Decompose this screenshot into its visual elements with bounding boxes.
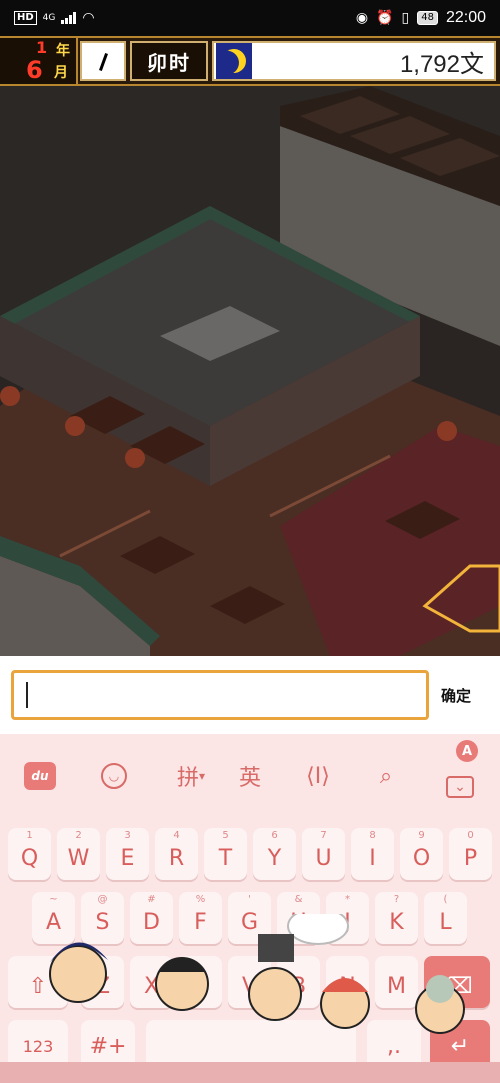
key-c[interactable]: C bbox=[179, 956, 222, 1008]
search-button[interactable]: ⌕ bbox=[366, 756, 406, 796]
restaurant-scene bbox=[0, 86, 500, 656]
key-d[interactable]: # D bbox=[130, 892, 173, 944]
du-logo-button[interactable]: du bbox=[20, 756, 60, 796]
key-g[interactable]: ' G bbox=[228, 892, 271, 944]
money-panel: 1,792文 bbox=[212, 41, 496, 81]
key-b[interactable]: B bbox=[277, 956, 320, 1008]
date-panel: 1 年 6 月 bbox=[0, 38, 78, 84]
key-l[interactable]: (L bbox=[424, 892, 467, 944]
backspace-key[interactable]: ⌫ bbox=[424, 956, 490, 1008]
battery-indicator: 48 bbox=[417, 11, 438, 25]
space-key[interactable] bbox=[146, 1020, 356, 1072]
punctuation-key[interactable]: ,. bbox=[367, 1020, 421, 1072]
game-scene[interactable] bbox=[0, 86, 500, 656]
english-button[interactable]: 英 bbox=[230, 756, 270, 796]
key-y[interactable]: 6Y bbox=[253, 828, 296, 880]
search-icon: ⌕ bbox=[379, 763, 393, 789]
text-input[interactable] bbox=[11, 670, 429, 720]
pinyin-button[interactable]: 拼 ▾ bbox=[166, 756, 216, 796]
key-x[interactable]: X bbox=[130, 956, 173, 1008]
key-z[interactable]: Z bbox=[81, 956, 124, 1008]
network-type: 4G bbox=[42, 13, 56, 23]
status-right: ◉ ⏰ ▯ 48 22:00 bbox=[356, 9, 486, 27]
key-v[interactable]: V bbox=[228, 956, 271, 1008]
enter-key[interactable]: ↵ bbox=[430, 1020, 490, 1072]
cursor-move-button[interactable]: ⟨I⟩ bbox=[298, 756, 338, 796]
hd-badge: HD bbox=[14, 11, 37, 25]
month-unit: 月 bbox=[54, 65, 68, 81]
month-number: 6 bbox=[26, 56, 43, 84]
signal-icon bbox=[61, 12, 77, 24]
soft-keyboard: A du ◡ 拼 ▾ 英 ⟨I⟩ ⌕ ⌄ 1Q 2W 3E 4R 5T 6Y 7U… bbox=[0, 734, 500, 1083]
status-bar: HD 4G ◠ ◉ ⏰ ▯ 48 22:00 bbox=[0, 0, 500, 36]
smiley-icon: ◡ bbox=[101, 763, 127, 789]
backspace-icon: ⌫ bbox=[441, 973, 473, 999]
key-i[interactable]: 8I bbox=[351, 828, 394, 880]
key-r[interactable]: 4R bbox=[155, 828, 198, 880]
game-hud: 1 年 6 月 卯时 1,792文 bbox=[0, 36, 500, 86]
collapse-keyboard-button[interactable]: ⌄ bbox=[446, 776, 474, 798]
input-row: 确定 bbox=[0, 656, 500, 734]
time-period: 卯时 bbox=[130, 41, 208, 81]
alarm-icon: ⏰ bbox=[376, 10, 394, 26]
keyboard-toolbar: A du ◡ 拼 ▾ 英 ⟨I⟩ ⌕ ⌄ bbox=[0, 734, 500, 814]
key-s[interactable]: @ S bbox=[81, 892, 124, 944]
key-k[interactable]: ? K bbox=[375, 892, 418, 944]
key-n[interactable]: N bbox=[326, 956, 369, 1008]
enter-icon: ↵ bbox=[450, 1033, 470, 1059]
key-o[interactable]: 9O bbox=[400, 828, 443, 880]
status-left: HD 4G ◠ bbox=[14, 10, 95, 26]
key-w[interactable]: 2W bbox=[57, 828, 100, 880]
clock-time: 22:00 bbox=[445, 9, 486, 26]
pinyin-label: 拼 bbox=[176, 766, 199, 791]
clock-icon bbox=[80, 41, 126, 81]
confirm-button[interactable]: 确定 bbox=[441, 685, 471, 706]
shift-icon: ⇧ bbox=[28, 973, 48, 999]
english-label: 英 bbox=[238, 766, 261, 791]
font-a-icon[interactable]: A bbox=[456, 740, 478, 762]
year-number: 1 bbox=[36, 38, 48, 57]
key-j[interactable]: * J bbox=[326, 892, 369, 944]
key-t[interactable]: 5T bbox=[204, 828, 247, 880]
key-f[interactable]: % F bbox=[179, 892, 222, 944]
wifi-icon: ◠ bbox=[82, 10, 95, 26]
vibrate-icon: ▯ bbox=[401, 10, 410, 26]
cursor-icon: ⟨I⟩ bbox=[306, 763, 330, 789]
key-p[interactable]: 0P bbox=[449, 828, 492, 880]
key-q[interactable]: 1Q bbox=[8, 828, 51, 880]
emoji-button[interactable]: ◡ bbox=[94, 756, 134, 796]
shift-key[interactable]: ⇧ bbox=[8, 956, 68, 1008]
money-amount: 1,792文 bbox=[399, 50, 484, 78]
year-unit: 年 bbox=[56, 43, 70, 59]
key-m[interactable]: M bbox=[375, 956, 418, 1008]
eye-icon: ◉ bbox=[355, 10, 369, 26]
du-icon: du bbox=[24, 762, 56, 790]
text-caret bbox=[26, 682, 28, 708]
key-h[interactable]: & H bbox=[277, 892, 320, 944]
numbers-key[interactable]: 123 bbox=[8, 1020, 68, 1072]
key-a[interactable]: ~ A bbox=[32, 892, 75, 944]
key-e[interactable]: 3E bbox=[106, 828, 149, 880]
moon-icon bbox=[216, 43, 252, 79]
chevron-down-icon: ⌄ bbox=[454, 779, 466, 795]
symbols-key[interactable]: #+ bbox=[81, 1020, 135, 1072]
key-u[interactable]: 7U bbox=[302, 828, 345, 880]
